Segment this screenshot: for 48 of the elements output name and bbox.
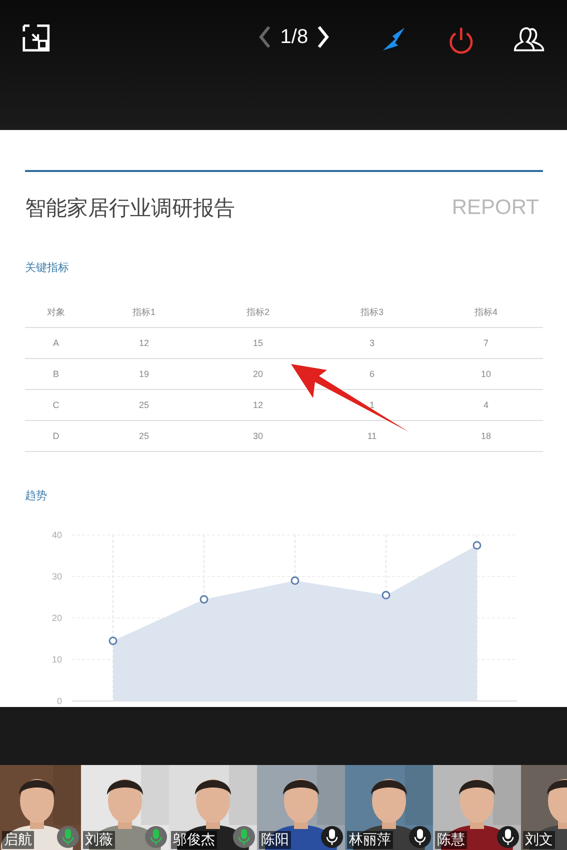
table-cell: 10 <box>429 358 543 390</box>
table-cell: A <box>25 328 87 358</box>
column-header: 指标1 <box>87 297 201 328</box>
column-header: 指标3 <box>315 297 429 328</box>
table-cell: 30 <box>201 420 315 452</box>
y-axis-label: 40 <box>52 530 62 540</box>
y-axis-label: 20 <box>52 613 62 623</box>
participant-name: 启航 <box>2 831 34 849</box>
table-cell: B <box>25 358 87 390</box>
table-cell: 25 <box>87 420 201 452</box>
column-header: 对象 <box>25 297 87 328</box>
microphone-icon[interactable] <box>321 826 343 848</box>
table-cell: 4 <box>429 390 543 420</box>
table-cell: 12 <box>87 328 201 358</box>
participant-name: 邬俊杰 <box>171 831 217 849</box>
exit-fullscreen-icon[interactable] <box>22 23 50 53</box>
section-heading: 趋势 <box>25 488 48 503</box>
data-point <box>472 541 482 550</box>
table-cell: 7 <box>429 328 543 358</box>
data-point <box>290 576 300 585</box>
data-point <box>200 595 208 604</box>
table-cell: 3 <box>315 328 429 358</box>
table-cell: 25 <box>87 390 201 420</box>
section-heading: 关键指标 <box>25 260 70 275</box>
participant-name: 刘薇 <box>83 831 115 849</box>
y-axis-label: 10 <box>52 654 62 664</box>
data-point <box>108 636 118 646</box>
participant-name: 刘文 <box>523 831 555 849</box>
table-cell: 15 <box>201 328 315 358</box>
y-axis-label: 30 <box>52 572 62 582</box>
column-header: 指标4 <box>429 297 543 328</box>
microphone-icon[interactable] <box>409 826 431 848</box>
data-point <box>382 590 390 600</box>
next-page-icon[interactable] <box>316 25 330 49</box>
participant-name: 林丽萍 <box>347 831 393 849</box>
participant-name: 陈阳 <box>259 831 291 849</box>
column-header: 指标2 <box>201 297 315 328</box>
y-axis-label: 0 <box>56 696 62 706</box>
report-watermark: REPORT <box>452 196 539 220</box>
page-counter: 1/8 <box>280 26 308 48</box>
participants-icon[interactable] <box>512 25 545 53</box>
report-title: 智能家居行业调研报告 <box>25 195 235 222</box>
table-cell: C <box>25 390 87 420</box>
table-cell: 19 <box>87 358 201 390</box>
microphone-icon[interactable] <box>233 826 255 848</box>
table-cell: 18 <box>429 420 543 452</box>
microphone-icon[interactable] <box>57 826 79 848</box>
table-cell: D <box>25 420 87 452</box>
